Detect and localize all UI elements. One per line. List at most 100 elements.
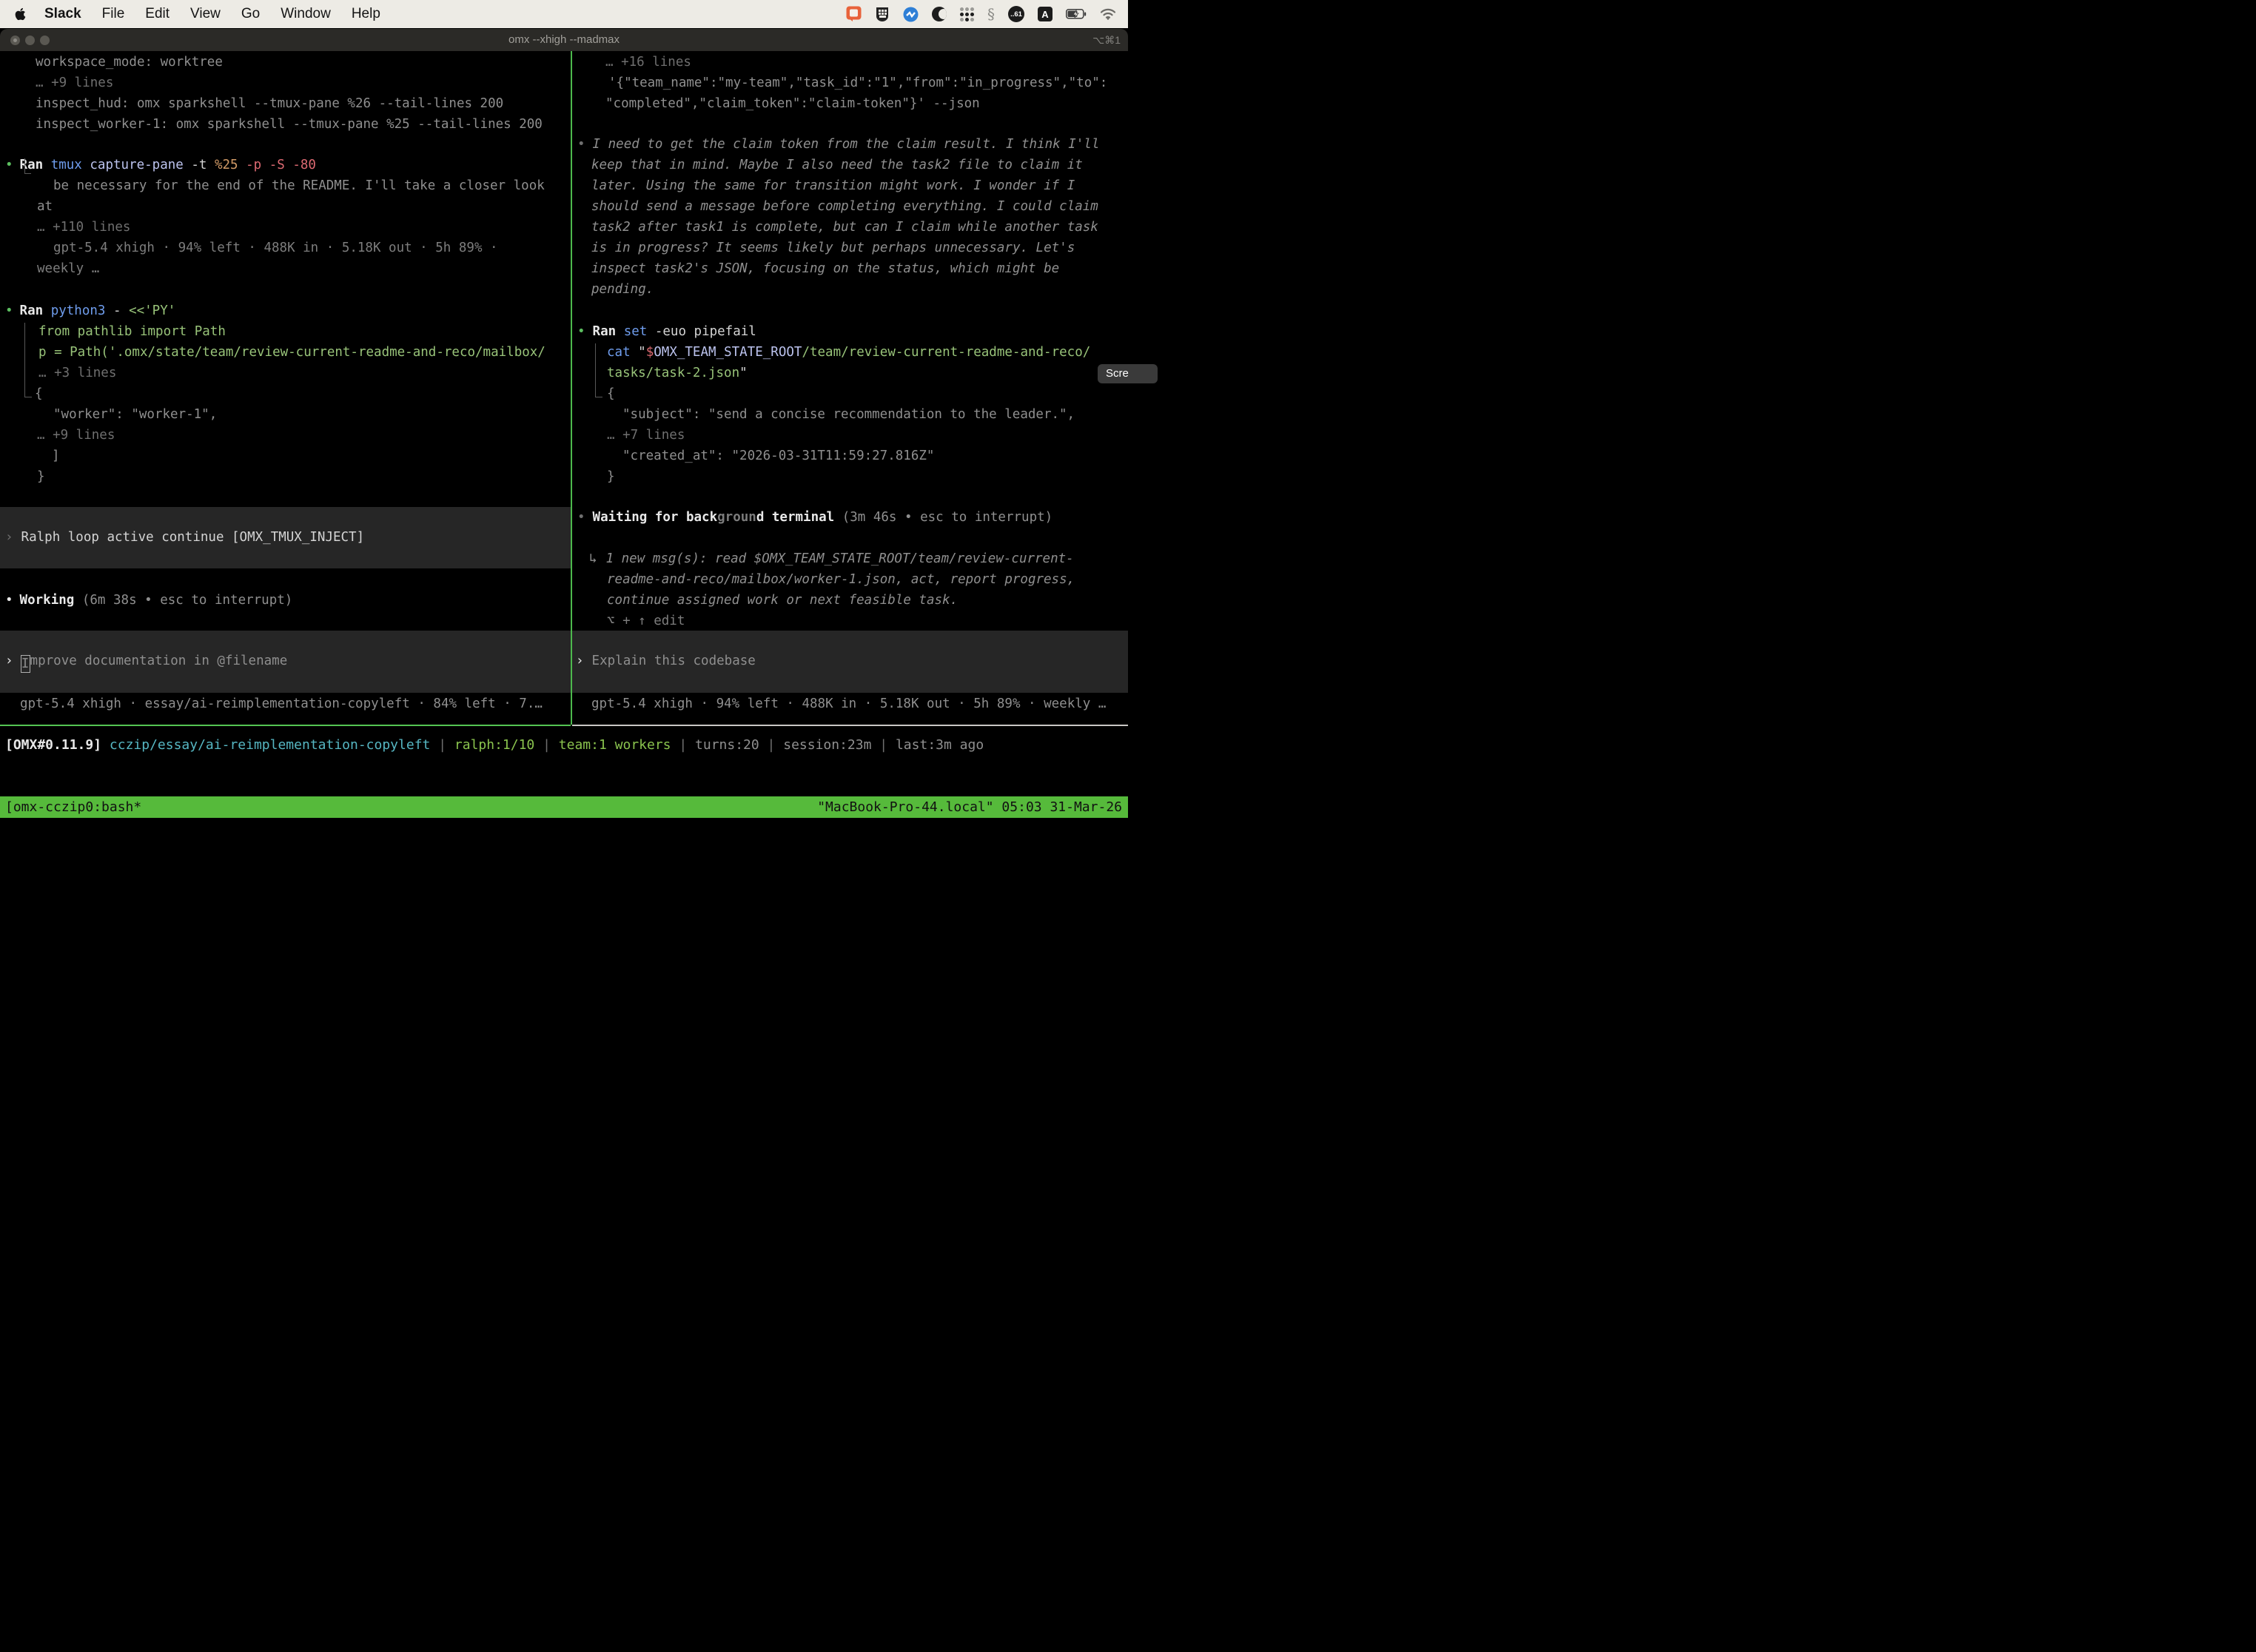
battery-icon[interactable] xyxy=(1066,9,1087,19)
apps-grid-icon[interactable] xyxy=(960,7,974,21)
omx-session: session:23m xyxy=(783,737,871,753)
edit-hint: ⌥ + ↑ edit xyxy=(607,611,685,631)
terminal-content: workspace_mode: worktree … +9 lines insp… xyxy=(0,51,1128,826)
text-cursor: I xyxy=(21,655,30,673)
thought-bullet-icon: • xyxy=(577,137,585,152)
input-placeholder: mprove documentation in @filename xyxy=(30,654,288,668)
cat-command: tasks/task-2.json" xyxy=(607,363,748,383)
cat-command: cat "$OMX_TEAM_STATE_ROOT/team/review-cu… xyxy=(607,342,1090,363)
output-line: inspect_hud: omx sparkshell --tmux-pane … xyxy=(36,93,503,114)
pane-separator-left xyxy=(0,725,571,726)
mailbox-message: ↳1 new msg(s): read $OMX_TEAM_STATE_ROOT… xyxy=(589,548,1074,569)
run-bullet-icon: • xyxy=(577,324,585,339)
ran-tmux-command: •Ran tmux capture-pane -t %25 -p -S -80 xyxy=(5,155,316,175)
chat-notification-icon[interactable] xyxy=(846,6,862,22)
menu-help[interactable]: Help xyxy=(352,6,380,22)
status-icons: § ..61 A xyxy=(846,5,1128,23)
pulse-app-icon[interactable] xyxy=(903,7,919,22)
python-output: { xyxy=(35,383,43,404)
output-more: … +16 lines xyxy=(605,52,691,73)
prompt-chevron: › xyxy=(5,654,13,668)
moon-icon[interactable] xyxy=(932,7,947,21)
omx-path: cczip/essay/ai-reimplementation-copyleft xyxy=(110,737,430,753)
output-line: workspace_mode: worktree xyxy=(36,52,223,73)
thinking-line: later. Using the same for transition mig… xyxy=(591,175,1075,196)
tmux-output-status: gpt-5.4 xhigh · 94% left · 488K in · 5.1… xyxy=(53,238,498,258)
tmux-output-more: … +110 lines xyxy=(37,217,130,238)
wifi-icon[interactable] xyxy=(1100,8,1116,20)
code-block-guide xyxy=(595,343,602,397)
apple-menu-icon[interactable] xyxy=(14,7,27,21)
python-code-more: … +3 lines xyxy=(38,363,116,383)
menu-edit[interactable]: Edit xyxy=(145,6,169,22)
tmux-output: at xyxy=(37,196,53,217)
output-more: … +9 lines xyxy=(36,73,113,93)
pane-divider[interactable] xyxy=(571,51,572,725)
input-placeholder: Explain this codebase xyxy=(592,654,756,668)
model-status-right: gpt-5.4 xhigh · 94% left · 488K in · 5.1… xyxy=(591,694,1106,714)
pane-separator-right xyxy=(572,725,1128,726)
omx-ralph: ralph:1/10 xyxy=(454,737,534,753)
ralph-banner: › Ralph loop active continue [OMX_TMUX_IN… xyxy=(0,507,571,568)
cat-output: } xyxy=(607,466,615,487)
thinking-line: inspect task2's JSON, focusing on the st… xyxy=(591,258,1059,279)
tmux-session-name: [omx-cczip0:bash* xyxy=(5,796,141,818)
output-line: inspect_worker-1: omx sparkshell --tmux-… xyxy=(36,114,543,135)
terminal-window: omx --xhigh --madmax ⌥⌘1 workspace_mode:… xyxy=(0,29,1128,826)
run-bullet-icon: • xyxy=(5,158,13,172)
mailbox-message: continue assigned work or next feasible … xyxy=(607,590,958,611)
prompt-input-right[interactable]: › Explain this codebase xyxy=(572,631,1128,693)
ralph-banner-text: Ralph loop active continue [OMX_TMUX_INJ… xyxy=(21,530,365,545)
thinking-line: keep that in mind. Maybe I also need the… xyxy=(591,155,1083,175)
json-output: "completed","claim_token":"claim-token"}… xyxy=(605,93,980,114)
menu-view[interactable]: View xyxy=(190,6,221,22)
prompt-input-left[interactable]: › Improve documentation in @filename xyxy=(0,631,571,693)
thinking-line: pending. xyxy=(591,279,654,300)
window-titlebar[interactable]: omx --xhigh --madmax ⌥⌘1 xyxy=(0,29,1128,51)
omx-team: team:1 workers xyxy=(559,737,671,753)
json-output: '{"team_name":"my-team","task_id":"1","f… xyxy=(608,73,1107,93)
mailbox-message: readme-and-reco/mailbox/worker-1.json, a… xyxy=(607,569,1075,590)
cat-output: "created_at": "2026-03-31T11:59:27.816Z" xyxy=(622,446,934,466)
python-output: "worker": "worker-1", xyxy=(53,404,217,425)
menu-go[interactable]: Go xyxy=(241,6,260,22)
python-output-more: … +9 lines xyxy=(37,425,115,446)
tmux-output: be necessary for the end of the README. … xyxy=(53,175,545,196)
count-badge-icon[interactable]: ..61 xyxy=(1008,6,1024,22)
tmux-host-clock: "MacBook-Pro-44.local" 05:03 31-Mar-26 xyxy=(817,796,1122,818)
omx-version: [OMX#0.11.9] xyxy=(5,737,110,753)
prompt-chevron: › xyxy=(5,530,13,545)
prompt-chevron: › xyxy=(576,654,584,668)
ran-set-command: •Ran set -euo pipefail xyxy=(577,321,756,342)
model-status-left: gpt-5.4 xhigh · essay/ai-reimplementatio… xyxy=(20,694,543,714)
waiting-status: •Waiting for background terminal (3m 46s… xyxy=(577,507,1053,528)
window-title: omx --xhigh --madmax xyxy=(0,29,1128,51)
ran-python-command: •Ran python3 - <<'PY' xyxy=(5,300,175,321)
input-source-icon[interactable]: A xyxy=(1038,7,1053,21)
run-bullet-icon: • xyxy=(5,303,13,318)
menu-file[interactable]: File xyxy=(102,6,125,22)
python-output: ] xyxy=(52,446,60,466)
cat-output: "subject": "send a concise recommendatio… xyxy=(622,404,1075,425)
cat-output: { xyxy=(607,383,615,404)
keypad-shield-icon[interactable] xyxy=(875,7,890,22)
working-status: •Working (6m 38s • esc to interrupt) xyxy=(5,590,292,611)
return-arrow-icon: ↳ xyxy=(589,551,597,566)
code-block-guide xyxy=(24,323,32,397)
screen-overlay-toast: Scre xyxy=(1098,364,1158,383)
output-corner-guide xyxy=(24,158,31,174)
python-output: } xyxy=(37,466,45,487)
screen: { "menu_bar": { "app_name": "Slack", "me… xyxy=(0,0,1128,826)
tmux-status-bar: [omx-cczip0:bash* "MacBook-Pro-44.local"… xyxy=(0,796,1128,818)
omx-status-line: [OMX#0.11.9] cczip/essay/ai-reimplementa… xyxy=(5,735,984,756)
thinking-line: should send a message before completing … xyxy=(591,196,1098,217)
menu-bar: Slack File Edit View Go Window Help § ..… xyxy=(0,0,1128,28)
omx-last: last:3m ago xyxy=(896,737,984,753)
working-bullet-icon: • xyxy=(5,593,13,608)
cat-output-more: … +7 lines xyxy=(607,425,685,446)
python-code: from pathlib import Path xyxy=(38,321,226,342)
menu-app-name[interactable]: Slack xyxy=(44,6,81,22)
menu-window[interactable]: Window xyxy=(281,6,331,22)
python-code: p = Path('.omx/state/team/review-current… xyxy=(38,342,545,363)
squiggle-icon[interactable]: § xyxy=(987,5,995,23)
